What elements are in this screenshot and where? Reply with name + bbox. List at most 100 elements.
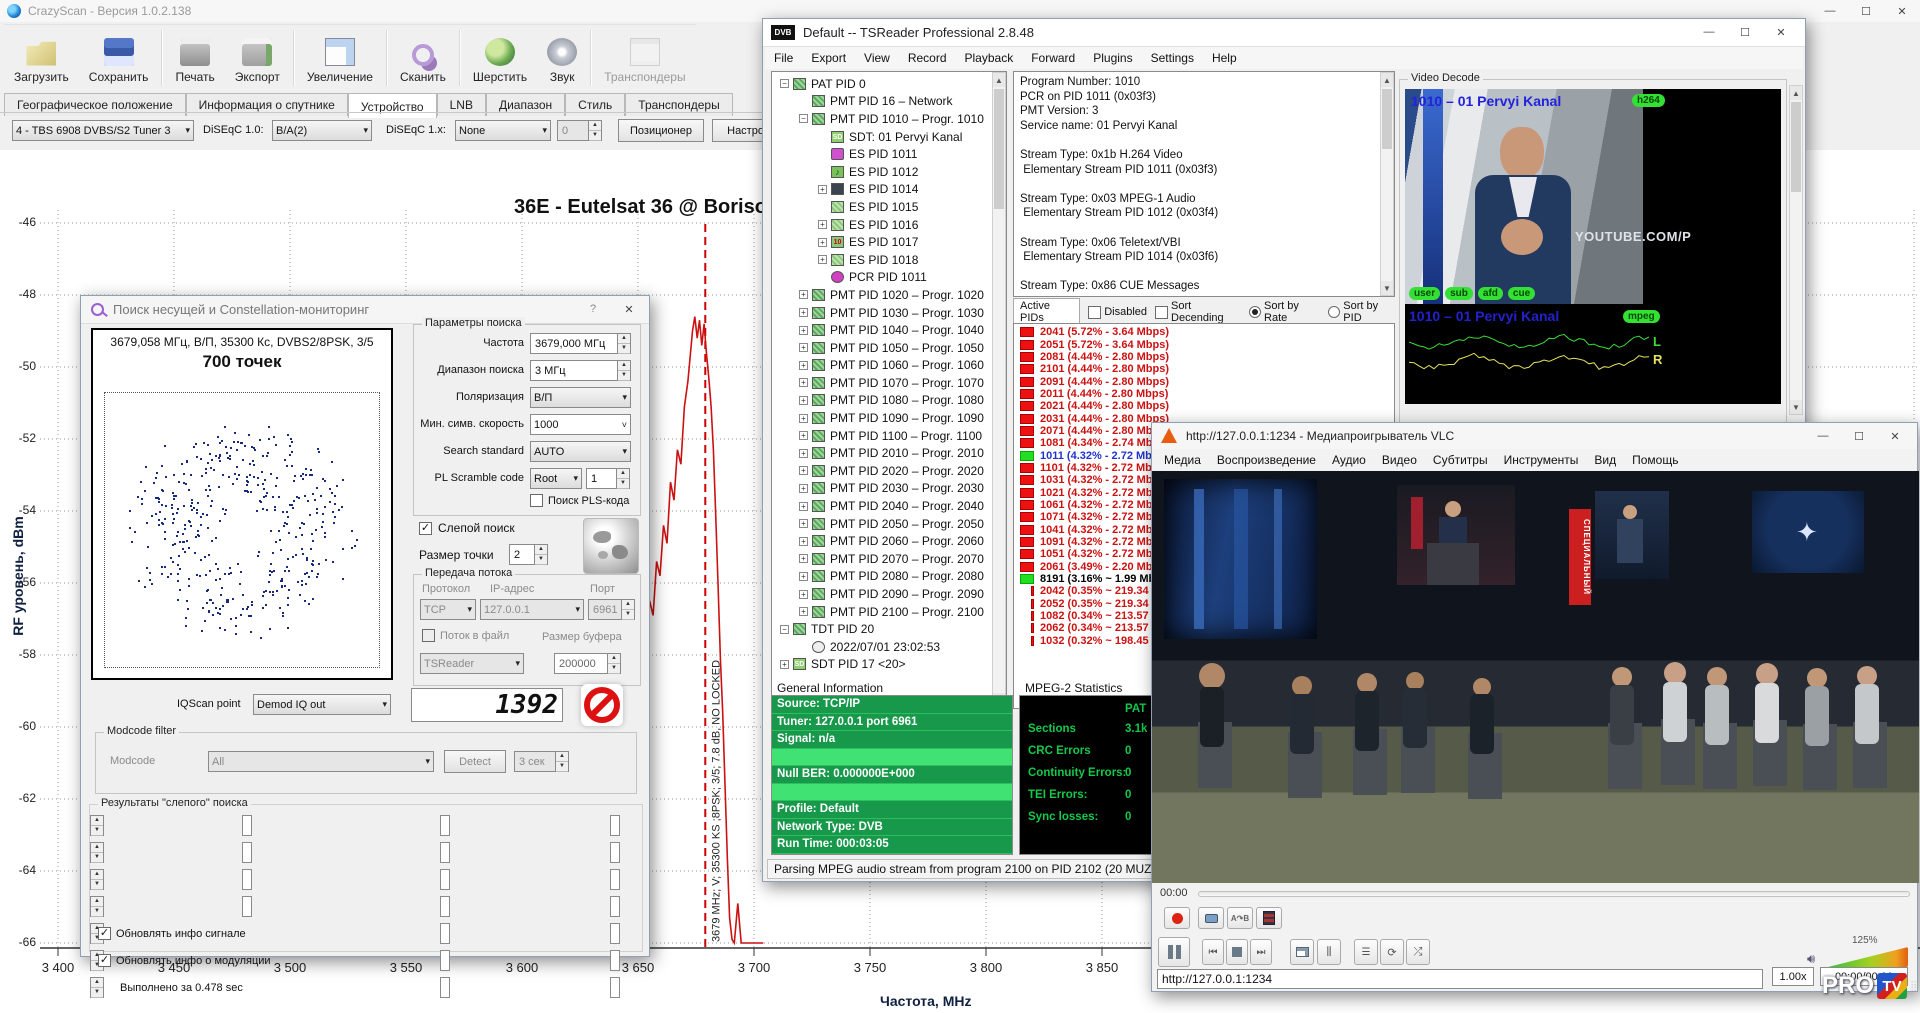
- signal-info-checkbox[interactable]: ✓: [98, 927, 111, 940]
- tree-item[interactable]: +PMT PID 2070 – Progr. 2070: [776, 550, 1006, 568]
- maximize-button[interactable]: ☐: [1848, 0, 1884, 22]
- dialog-close-button[interactable]: ✕: [611, 298, 647, 320]
- result-value-undefined[interactable]: [440, 815, 450, 836]
- menu-View[interactable]: View: [855, 49, 899, 67]
- vlc-menu-Воспроизведение[interactable]: Воспроизведение: [1209, 451, 1324, 469]
- iqscan-select[interactable]: Demod IQ out: [253, 694, 391, 715]
- tsreader-minimize-button[interactable]: —: [1691, 21, 1727, 43]
- sort-by-pid-radio-row[interactable]: Sort by PID: [1328, 300, 1395, 324]
- result-value-undefined[interactable]: [440, 950, 450, 971]
- tree-item[interactable]: +SDSDT PID 17 <20>: [776, 656, 1006, 674]
- disabled-checkbox-row[interactable]: Disabled: [1088, 306, 1147, 319]
- result-value-undefined[interactable]: [440, 977, 450, 998]
- pid-row[interactable]: 2051 (5.72% - 3.64 Mbps): [1020, 338, 1394, 350]
- position-input[interactable]: 0: [557, 120, 589, 141]
- result-value-undefined[interactable]: [610, 869, 620, 890]
- vlc-url-input[interactable]: http://127.0.0.1:1234: [1157, 969, 1763, 989]
- tree-expand-toggle[interactable]: +: [818, 238, 827, 247]
- active-pids-tab[interactable]: Active PIDs: [1013, 298, 1080, 326]
- pid-row[interactable]: 2081 (4.44% - 2.80 Mbps): [1020, 351, 1394, 363]
- tree-expand-toggle[interactable]: +: [799, 607, 808, 616]
- tree-item[interactable]: +PMT PID 1040 – Progr. 1040: [776, 321, 1006, 339]
- stop-icon[interactable]: [581, 684, 623, 726]
- port-stepper[interactable]: ▲▼: [621, 599, 635, 620]
- detect-interval-stepper[interactable]: ▲▼: [555, 751, 569, 772]
- standard-select[interactable]: AUTO: [530, 441, 631, 462]
- result-value-undefined[interactable]: [610, 923, 620, 944]
- vlc-shuffle-button[interactable]: ⤮: [1406, 939, 1430, 965]
- vlc-fullscreen-button[interactable]: [1290, 939, 1314, 965]
- result-value-undefined[interactable]: [242, 896, 252, 917]
- tree-item[interactable]: ES PID 1015: [776, 198, 1006, 216]
- detect-button[interactable]: Detect: [444, 750, 506, 773]
- tree-expand-toggle[interactable]: +: [799, 343, 808, 352]
- range-input[interactable]: 3 МГц: [530, 360, 618, 381]
- volume-icon[interactable]: 🔊︎: [1807, 951, 1815, 967]
- tree-item[interactable]: +PMT PID 2040 – Progr. 2040: [776, 497, 1006, 515]
- result-value-undefined[interactable]: [440, 896, 450, 917]
- toolbar-button-Экспорт[interactable]: Экспорт: [225, 28, 290, 88]
- result-value-undefined[interactable]: [440, 923, 450, 944]
- vlc-maximize-button[interactable]: ☐: [1841, 425, 1877, 447]
- tree-expand-toggle[interactable]: +: [799, 290, 808, 299]
- tree-expand-toggle[interactable]: +: [799, 326, 808, 335]
- signal-info-checkbox-row[interactable]: ✓Обновлять инфо сигнале: [98, 927, 246, 940]
- menu-Playback[interactable]: Playback: [956, 49, 1023, 67]
- menu-Record[interactable]: Record: [899, 49, 956, 67]
- program-info-scrollbar[interactable]: ▲ ▼: [1380, 72, 1394, 296]
- pls-search-row[interactable]: Поиск PLS-кода: [530, 494, 629, 507]
- tree-item[interactable]: −PMT PID 1010 – Progr. 1010: [776, 110, 1006, 128]
- tree-expand-toggle[interactable]: −: [780, 79, 789, 88]
- tree-item[interactable]: +PMT PID 1030 – Progr. 1030: [776, 304, 1006, 322]
- tree-item[interactable]: 2022/07/01 23:02:53: [776, 638, 1006, 656]
- toolbar-button-Сканить[interactable]: Сканить: [390, 28, 456, 88]
- vlc-equalizer-button[interactable]: ⫼: [1317, 939, 1341, 965]
- tree-expand-toggle[interactable]: +: [799, 537, 808, 546]
- ip-select[interactable]: 127.0.0.1: [480, 599, 584, 620]
- vlc-seek-slider[interactable]: [1198, 891, 1910, 897]
- tree-item[interactable]: +10ES PID 1017: [776, 233, 1006, 251]
- tree-item[interactable]: +PMT PID 1020 – Progr. 1020: [776, 286, 1006, 304]
- pls-value-input[interactable]: 1: [586, 468, 617, 489]
- result-stepper-undefined[interactable]: ▲▼: [90, 842, 104, 863]
- buffer-stepper[interactable]: ▲▼: [607, 653, 621, 674]
- vlc-close-button[interactable]: ✕: [1877, 425, 1913, 447]
- tree-item[interactable]: +PMT PID 2090 – Progr. 2090: [776, 585, 1006, 603]
- tree-expand-toggle[interactable]: +: [799, 378, 808, 387]
- video-decode-scrollbar[interactable]: ▲ ▼: [1789, 85, 1803, 415]
- vlc-minimize-button[interactable]: —: [1805, 425, 1841, 447]
- pls-mode-select[interactable]: Root: [530, 468, 582, 489]
- protocol-select[interactable]: TCP: [420, 599, 476, 620]
- tree-item[interactable]: −PAT PID 0: [776, 75, 1006, 93]
- tree-item[interactable]: +PMT PID 1060 – Progr. 1060: [776, 357, 1006, 375]
- vlc-loop-button[interactable]: ⟳: [1380, 939, 1404, 965]
- vlc-menu-Субтитры[interactable]: Субтитры: [1425, 451, 1496, 469]
- minsym-combo[interactable]: 1000: [530, 414, 631, 435]
- diseqc1x-select[interactable]: None: [455, 120, 551, 141]
- pid-row[interactable]: 2011 (4.44% - 2.80 Mbps): [1020, 388, 1394, 400]
- pid-row[interactable]: 2101 (4.44% - 2.80 Mbps): [1020, 363, 1394, 375]
- tree-item[interactable]: +PMT PID 2010 – Progr. 2010: [776, 444, 1006, 462]
- modulation-info-checkbox[interactable]: ✓: [98, 954, 111, 967]
- vlc-menu-Видео[interactable]: Видео: [1374, 451, 1425, 469]
- tree-expand-toggle[interactable]: +: [780, 660, 789, 669]
- point-size-stepper[interactable]: ▲▼: [534, 544, 548, 565]
- tree-expand-toggle[interactable]: +: [818, 220, 827, 229]
- tree-expand-toggle[interactable]: +: [799, 502, 808, 511]
- tree-expand-toggle[interactable]: +: [799, 431, 808, 440]
- tree-item[interactable]: +ES PID 1014: [776, 181, 1006, 199]
- tree-item[interactable]: +PMT PID 2030 – Progr. 2030: [776, 480, 1006, 498]
- tree-item[interactable]: PCR PID 1011: [776, 269, 1006, 287]
- vlc-menu-Помощь[interactable]: Помощь: [1624, 451, 1686, 469]
- modulation-info-checkbox-row[interactable]: ✓Обновлять инфо о модуляции: [98, 954, 271, 967]
- tree-expand-toggle[interactable]: +: [799, 449, 808, 458]
- toolbar-button-Сохранить[interactable]: Сохранить: [79, 28, 159, 88]
- vlc-menu-Инструменты[interactable]: Инструменты: [1496, 451, 1587, 469]
- result-stepper-undefined[interactable]: ▲▼: [90, 896, 104, 917]
- vlc-speed[interactable]: 1.00x: [1772, 967, 1814, 986]
- range-stepper[interactable]: ▲▼: [617, 360, 631, 381]
- position-stepper[interactable]: ▲▼: [588, 120, 602, 141]
- sort-descending-checkbox-row[interactable]: Sort Decending: [1155, 300, 1241, 324]
- pid-row[interactable]: 2091 (4.44% - 2.80 Mbps): [1020, 375, 1394, 387]
- tree-item[interactable]: +PMT PID 2060 – Progr. 2060: [776, 532, 1006, 550]
